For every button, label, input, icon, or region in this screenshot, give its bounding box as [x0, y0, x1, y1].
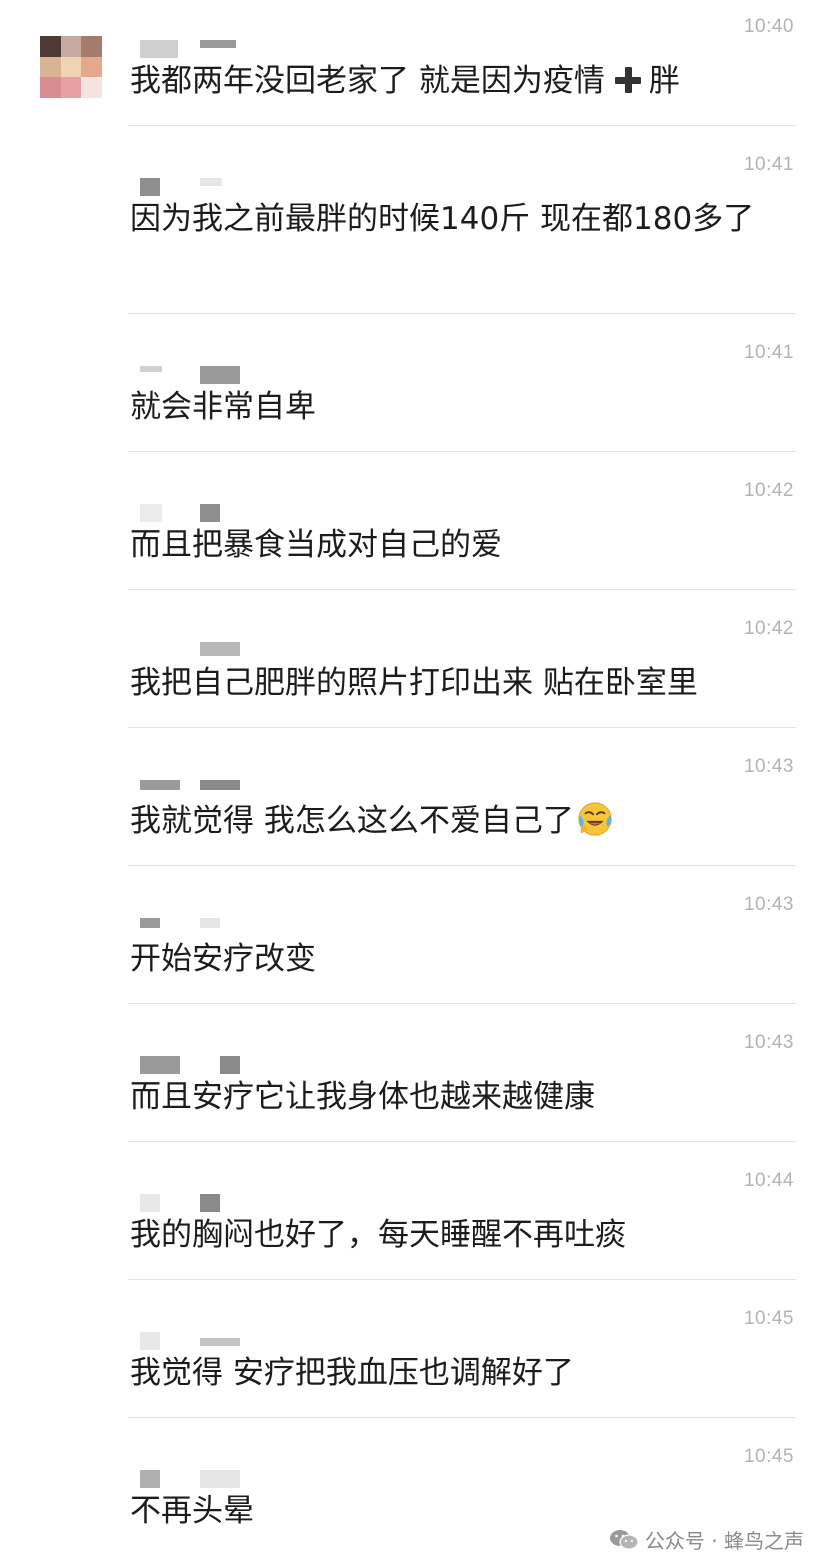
message-item: 10:43 而且安疗它让我身体也越来越健康 — [0, 1016, 828, 1154]
message-text-part: 我都两年没回老家了 就是因为疫情 — [130, 63, 605, 99]
crying-laughing-emoji-icon — [578, 802, 612, 836]
blurred-sender-name — [140, 1470, 250, 1488]
message-text-part: 我就觉得 我怎么这么不爱自己了 — [130, 803, 574, 839]
message-text: 而且安疗它让我身体也越来越健康 — [130, 1079, 595, 1115]
message-time: 10:43 — [743, 894, 794, 915]
message-divider — [128, 1141, 796, 1142]
blurred-sender-name — [140, 1332, 250, 1350]
message-divider — [128, 1279, 796, 1280]
blurred-sender-name — [140, 918, 250, 936]
blurred-sender-name — [140, 1056, 250, 1074]
watermark: 公众号 · 蜂鸟之声 — [609, 1525, 804, 1554]
message-text: 我觉得 安疗把我血压也调解好了 — [130, 1355, 574, 1391]
blurred-sender-name — [140, 178, 250, 196]
message-text: 而且把暴食当成对自己的爱 — [130, 527, 502, 563]
message-divider — [128, 1003, 796, 1004]
message-time: 10:40 — [743, 16, 794, 37]
message-text-part: 胖 — [648, 63, 680, 99]
blurred-sender-name — [140, 504, 250, 522]
blurred-sender-name — [140, 642, 250, 660]
message-time: 10:41 — [743, 342, 794, 363]
message-text: 就会非常自卑 — [130, 389, 316, 425]
message-divider — [128, 313, 796, 314]
message-time: 10:45 — [743, 1446, 794, 1467]
message-text: 我的胸闷也好了，每天睡醒不再吐痰 — [130, 1217, 626, 1253]
blurred-sender-name — [140, 1194, 250, 1212]
message-divider — [128, 451, 796, 452]
message-item: 10:43 我就觉得 我怎么这么不爱自己了 — [0, 740, 828, 878]
message-item: 10:40 我都两年没回老家了 就是因为疫情 胖 — [0, 0, 828, 138]
message-item: 10:41 因为我之前最胖的时候140斤 现在都180多了 — [0, 138, 828, 314]
message-text: 我把自己肥胖的照片打印出来 贴在卧室里 — [130, 665, 698, 701]
message-divider — [128, 865, 796, 866]
message-divider — [128, 1417, 796, 1418]
message-item: 10:45 我觉得 安疗把我血压也调解好了 — [0, 1292, 828, 1430]
message-time: 10:44 — [743, 1170, 794, 1191]
heavy-plus-icon — [613, 65, 643, 95]
message-time: 10:43 — [743, 1032, 794, 1053]
message-time: 10:41 — [743, 154, 794, 175]
blurred-sender-name — [140, 366, 250, 384]
message-item: 10:42 我把自己肥胖的照片打印出来 贴在卧室里 — [0, 602, 828, 740]
message-item: 10:43 开始安疗改变 — [0, 878, 828, 1016]
message-item: 10:44 我的胸闷也好了，每天睡醒不再吐痰 — [0, 1154, 828, 1292]
message-text: 开始安疗改变 — [130, 941, 316, 977]
message-item: 10:41 就会非常自卑 — [0, 326, 828, 464]
message-time: 10:42 — [743, 480, 794, 501]
message-divider — [128, 589, 796, 590]
watermark-text: 公众号 · 蜂鸟之声 — [644, 1529, 804, 1553]
message-text: 我都两年没回老家了 就是因为疫情 胖 — [130, 58, 768, 105]
message-time: 10:42 — [743, 618, 794, 639]
blurred-sender-name — [140, 780, 250, 798]
blurred-sender-name — [140, 40, 250, 58]
message-text: 因为我之前最胖的时候140斤 现在都180多了 — [130, 201, 755, 237]
message-divider — [128, 125, 796, 126]
message-divider — [128, 727, 796, 728]
message-time: 10:45 — [743, 1308, 794, 1329]
message-text: 我就觉得 我怎么这么不爱自己了 — [130, 798, 768, 845]
message-time: 10:43 — [743, 756, 794, 777]
message-item: 10:42 而且把暴食当成对自己的爱 — [0, 464, 828, 602]
wechat-official-account-icon — [609, 1529, 639, 1550]
